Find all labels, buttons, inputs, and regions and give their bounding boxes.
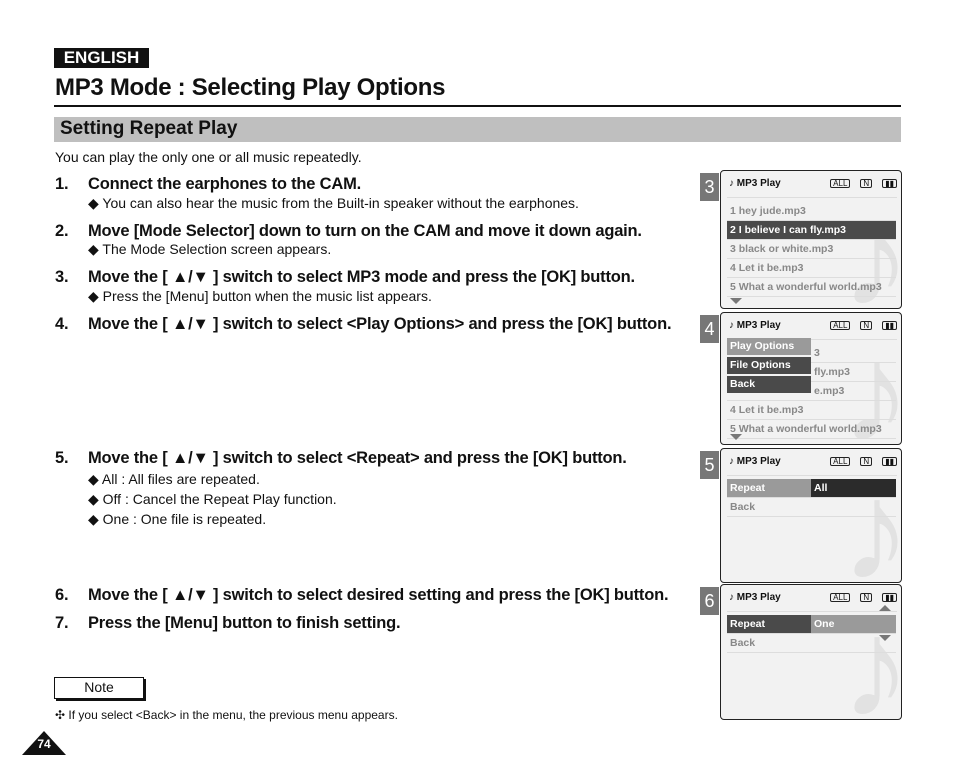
battery-icon: ▮▮ (882, 593, 897, 602)
battery-icon: ▮▮ (882, 457, 897, 466)
screen-header: ♪ MP3 Play (729, 592, 781, 603)
step-badge: 3 (700, 173, 719, 201)
step-number: 6. (55, 586, 69, 604)
step-number: 3. (55, 268, 69, 286)
menu-item[interactable]: File Options (727, 357, 811, 374)
note-text: ✣ If you select <Back> in the menu, the … (55, 708, 398, 722)
list-item[interactable]: 5 What a wonderful world.mp3 (727, 278, 896, 297)
row-label: 5 What a wonderful world.mp3 (730, 281, 882, 293)
battery-icon: ▮▮ (882, 179, 897, 188)
list-item[interactable]: 5 What a wonderful world.mp3 (727, 420, 896, 439)
repeat-all-icon: ALL (830, 593, 851, 602)
status-icons: ALL N ▮▮ (830, 179, 897, 188)
status-icons: ALL N ▮▮ (830, 457, 897, 466)
divider (727, 197, 897, 198)
step-text: Press the [Menu] button to finish settin… (88, 614, 401, 632)
camera-screen-3: ♪ ♪ MP3 Play ALLN▮▮ 1 hey jude.mp32 I be… (720, 170, 902, 309)
repeat-all-icon: ALL (830, 321, 851, 330)
row-label: 2 I believe I can fly.mp3 (730, 224, 846, 236)
title-divider (54, 105, 901, 107)
memory-icon: N (860, 321, 873, 330)
scroll-up-icon[interactable] (879, 605, 891, 611)
step-number: 7. (55, 614, 69, 632)
row-label: Back (730, 637, 756, 649)
step-note: ◆ Off : Cancel the Repeat Play function. (88, 491, 337, 507)
step-badge: 4 (700, 315, 719, 343)
menu-item[interactable]: Play Options (727, 338, 811, 355)
row-label: 4 Let it be.mp3 (730, 262, 804, 274)
page-number: 74 (37, 737, 51, 751)
row-label-partial: fly.mp3 (814, 366, 850, 378)
step-note: ◆ All : All files are repeated. (88, 471, 260, 487)
list-item[interactable]: Back (727, 634, 896, 653)
repeat-all-icon: ALL (830, 457, 851, 466)
language-tab: ENGLISH (54, 48, 149, 68)
step-note: ◆ One : One file is repeated. (88, 511, 267, 527)
screen-header: ♪ MP3 Play (729, 456, 781, 467)
step-note: ◆ You can also hear the music from the B… (88, 195, 579, 211)
section-title: Setting Repeat Play (60, 118, 238, 139)
manual-page: ENGLISH MP3 Mode : Selecting Play Option… (0, 0, 954, 779)
memory-icon: N (860, 593, 873, 602)
step-number: 2. (55, 222, 69, 240)
step-number: 1. (55, 175, 69, 193)
list-item[interactable]: 3 black or white.mp3 (727, 240, 896, 259)
section-header: Setting Repeat Play (54, 117, 901, 142)
row-label: Repeat (730, 618, 766, 630)
row-label-partial: e.mp3 (814, 385, 845, 397)
scroll-down-icon[interactable] (730, 298, 742, 304)
camera-screen-5: ♪ ♪ MP3 Play ALLN▮▮ RepeatAllBack (720, 448, 902, 583)
step-badge: 6 (700, 587, 719, 615)
list-item[interactable]: 4 Let it be.mp3 (727, 401, 896, 420)
repeat-value[interactable]: One (811, 615, 896, 633)
repeat-all-icon: ALL (830, 179, 851, 188)
row-label: 1 hey jude.mp3 (730, 205, 806, 217)
memory-icon: N (860, 457, 873, 466)
list-item[interactable]: 1 hey jude.mp3 (727, 202, 896, 221)
step-text: Connect the earphones to the CAM. (88, 175, 361, 193)
scroll-down-icon[interactable] (730, 434, 742, 440)
row-label: Back (730, 501, 756, 513)
music-note-watermark-icon: ♪ (841, 587, 901, 719)
row-label: 5 What a wonderful world.mp3 (730, 423, 882, 435)
camera-screen-6: ♪ ♪ MP3 Play ALL N ▮▮ Repeat One Back (720, 584, 902, 720)
note-label: Note (54, 677, 144, 699)
screen-header: ♪ MP3 Play (729, 178, 781, 189)
row-label-partial: 3 (814, 347, 820, 359)
step-number: 5. (55, 449, 69, 467)
list-item[interactable]: Repeat One (727, 615, 896, 634)
list-item[interactable]: Back (727, 498, 896, 517)
step-text: Move the [ ▲/▼ ] switch to select desire… (88, 586, 669, 604)
divider (727, 475, 897, 476)
scroll-down-icon[interactable] (879, 635, 891, 641)
list-item[interactable]: 2 I believe I can fly.mp3 (727, 221, 896, 240)
row-label: Repeat (730, 482, 766, 494)
menu-item[interactable]: Back (727, 376, 811, 393)
battery-icon: ▮▮ (882, 321, 897, 330)
status-icons: ALL N ▮▮ (830, 321, 897, 330)
step-text: Move the [ ▲/▼ ] switch to select <Play … (88, 315, 672, 333)
step-text: Move the [ ▲/▼ ] switch to select <Repea… (88, 449, 627, 467)
divider (727, 611, 897, 612)
intro-text: You can play the only one or all music r… (55, 149, 362, 165)
step-note: ◆ The Mode Selection screen appears. (88, 241, 332, 257)
repeat-value[interactable]: All (811, 479, 896, 497)
camera-screen-4: ♪ ♪ MP3 Play ALLN▮▮ 3fly.mp3e.mp34 Let i… (720, 312, 902, 445)
row-label: 3 black or white.mp3 (730, 243, 834, 255)
step-text: Move the [ ▲/▼ ] switch to select MP3 mo… (88, 268, 635, 286)
status-icons: ALL N ▮▮ (830, 593, 897, 602)
step-number: 4. (55, 315, 69, 333)
step-text: Move [Mode Selector] down to turn on the… (88, 222, 642, 240)
list-item[interactable]: Repeat All (727, 479, 896, 498)
step-badge: 5 (700, 451, 719, 479)
step-note: ◆ Press the [Menu] button when the music… (88, 288, 432, 304)
screen-header: ♪ MP3 Play (729, 320, 781, 331)
row-label: 4 Let it be.mp3 (730, 404, 804, 416)
page-title: MP3 Mode : Selecting Play Options (55, 74, 446, 101)
memory-icon: N (860, 179, 873, 188)
list-item[interactable]: 4 Let it be.mp3 (727, 259, 896, 278)
